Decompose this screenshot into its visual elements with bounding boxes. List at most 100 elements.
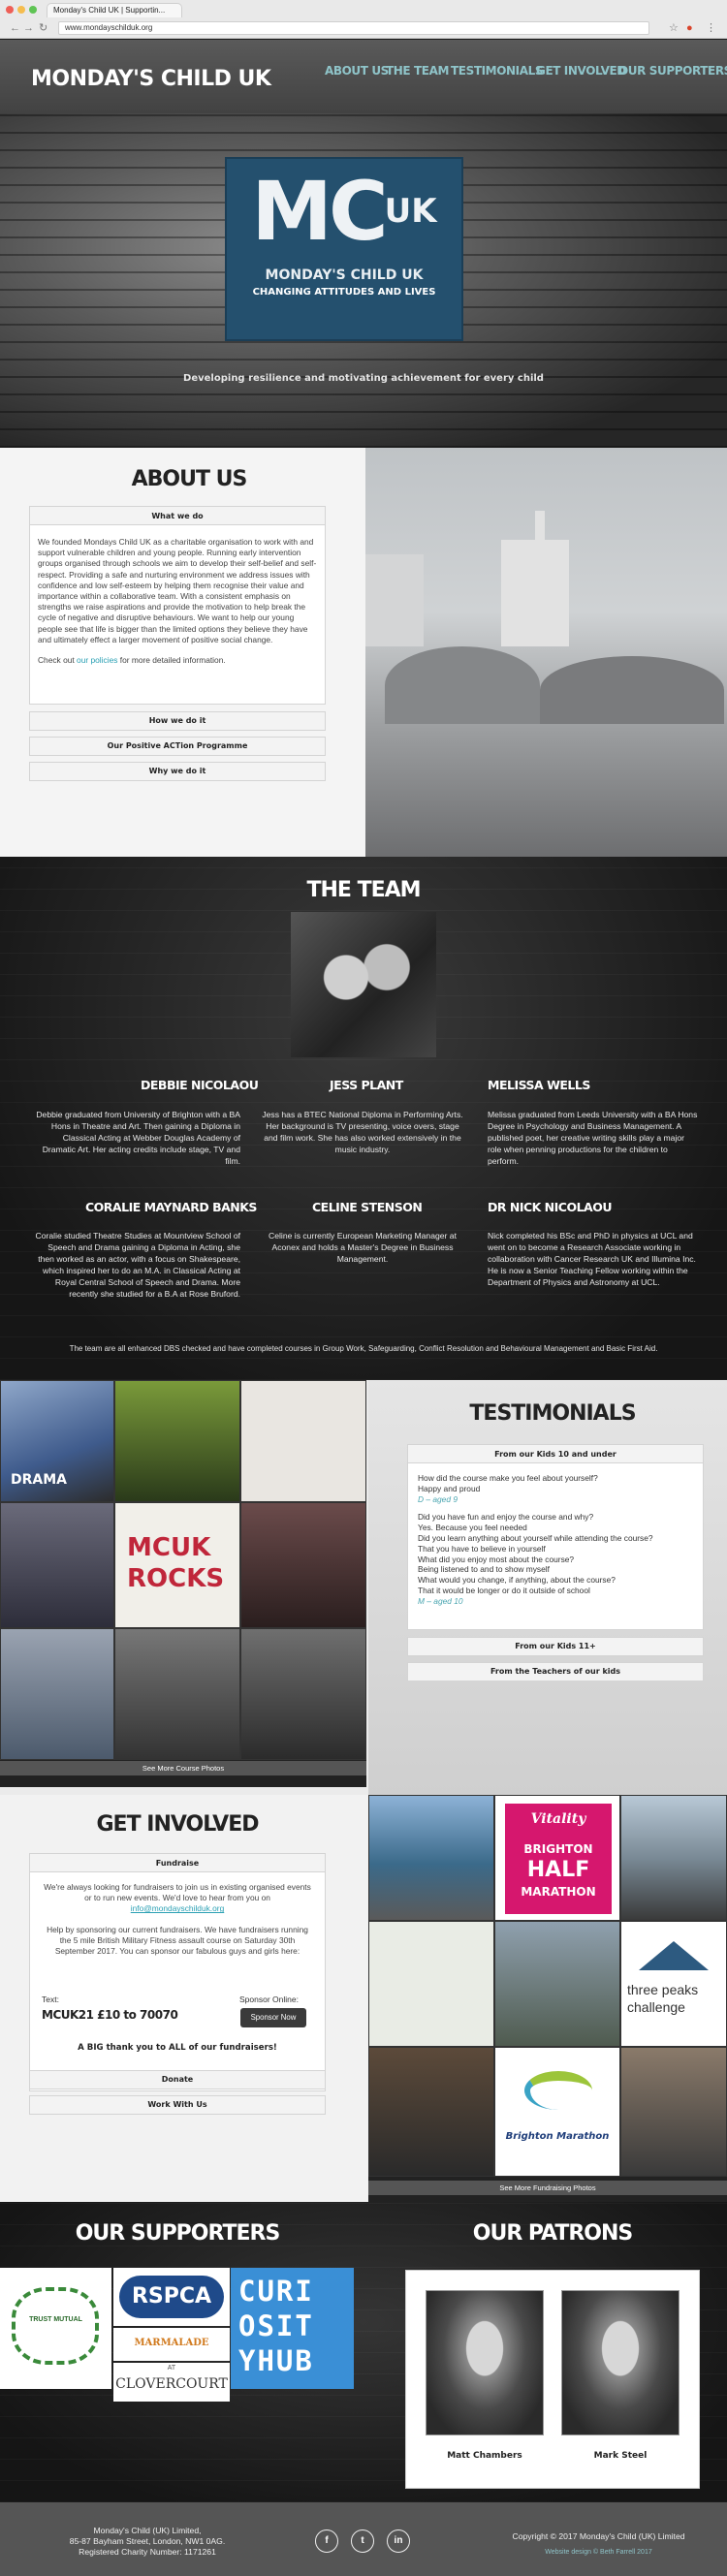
fundraising-photo[interactable] xyxy=(368,1795,494,1921)
member-name: CORALIE MAYNARD BANKS xyxy=(85,1200,257,1214)
fundraise-header[interactable]: Fundraise xyxy=(30,1854,325,1872)
team-section: THE TEAM DEBBIE NICOLAOU Debbie graduate… xyxy=(0,857,727,1380)
testimonial-question: Did you have fun and enjoy the course an… xyxy=(418,1512,594,1523)
text-label: Text: xyxy=(42,1995,59,2004)
member-name: CELINE STENSON xyxy=(312,1200,423,1214)
kids-11-toggle[interactable]: From our Kids 11+ xyxy=(407,1637,704,1656)
testimonial-question: What did you enjoy most about the course… xyxy=(418,1554,575,1564)
maximize-window-dot[interactable] xyxy=(29,6,37,14)
testimonial-text: How did the course make you feel about y… xyxy=(408,1463,703,1607)
footer-address: Monday's Child (UK) Limited, 85-87 Bayha… xyxy=(69,2526,226,2557)
facebook-icon[interactable]: f xyxy=(315,2529,338,2553)
browser-tab[interactable]: Monday's Child UK | Supportin... xyxy=(47,3,182,17)
policies-link[interactable]: our policies xyxy=(77,655,117,665)
nav-testimonials[interactable]: TESTIMONIALS xyxy=(451,64,544,78)
team-title: THE TEAM xyxy=(306,878,421,902)
nav-get-involved[interactable]: GET INVOLVED xyxy=(536,64,626,78)
member-bio: Melissa graduated from Leeds University … xyxy=(488,1110,698,1166)
fundraising-photo[interactable] xyxy=(620,1795,727,1921)
about-body: We founded Mondays Child UK as a charita… xyxy=(38,537,317,644)
supporter-logo-marmalade[interactable]: MARMALADE xyxy=(113,2328,230,2361)
supporter-logo[interactable]: TRUST MUTUAL xyxy=(0,2268,111,2389)
nav-about[interactable]: ABOUT US xyxy=(325,64,389,78)
why-we-do-it-toggle[interactable]: Why we do it xyxy=(29,762,326,781)
testimonial-question: How did the course make you feel about y… xyxy=(418,1473,598,1483)
fundraising-photo-grid: Vitality BRIGHTON HALF MARATHON three pe… xyxy=(368,1795,727,2202)
reload-icon[interactable]: ↻ xyxy=(39,21,47,35)
fundraising-photo[interactable]: Brighton Marathon xyxy=(494,2047,620,2177)
twitter-icon[interactable]: t xyxy=(351,2529,374,2553)
member-bio: Celine is currently European Marketing M… xyxy=(269,1231,457,1264)
team-note: The team are all enhanced DBS checked an… xyxy=(69,1344,658,1353)
extension-icon[interactable]: ● xyxy=(686,21,693,35)
course-photo[interactable] xyxy=(240,1502,366,1628)
what-we-do-header[interactable]: What we do xyxy=(30,507,325,525)
hero-banner: MCUK MONDAY'S CHILD UK CHANGING ATTITUDE… xyxy=(0,113,727,448)
building-shape xyxy=(365,554,424,646)
course-photo[interactable]: DRAMA xyxy=(0,1380,114,1502)
testimonial-gap xyxy=(418,1504,693,1512)
hero-logo: MCUK MONDAY'S CHILD UK CHANGING ATTITUDE… xyxy=(225,157,463,341)
work-with-us-toggle[interactable]: Work With Us xyxy=(29,2095,326,2115)
close-window-dot[interactable] xyxy=(6,6,14,14)
course-photo-grid: DRAMA MCUK ROCKS See More Course Photos xyxy=(0,1380,366,1787)
kids-10-panel: From our Kids 10 and under How did the c… xyxy=(407,1444,704,1630)
supporter-logo-curiosity-hub[interactable]: CURI OSIT YHUB xyxy=(231,2268,354,2389)
fundraising-photo[interactable] xyxy=(620,2047,727,2177)
hero-logo-letters: MCUK xyxy=(251,164,437,259)
fundraising-photo[interactable] xyxy=(494,1921,620,2047)
fundraise-intro: We're always looking for fundraisers to … xyxy=(44,1882,311,1903)
fundraising-photo[interactable]: three peaks challenge xyxy=(620,1921,727,2047)
text-code: MCUK21 £10 to 70070 xyxy=(42,2008,178,2022)
course-photo[interactable] xyxy=(0,1502,114,1628)
supporters-title: OUR SUPPORTERS xyxy=(75,2221,281,2246)
course-photo[interactable] xyxy=(114,1628,240,1760)
supporter-logo-clovercourt[interactable]: AT CLOVERCOURT xyxy=(113,2363,230,2402)
back-icon[interactable]: ← xyxy=(10,21,20,35)
address-bar[interactable]: www.mondayschilduk.org xyxy=(58,21,649,35)
ramp-shape xyxy=(385,646,540,724)
course-photo[interactable] xyxy=(240,1628,366,1760)
get-involved-section: GET INVOLVED Fundraise We're always look… xyxy=(0,1795,727,2202)
fundraising-photo[interactable]: Vitality BRIGHTON HALF MARATHON xyxy=(494,1795,620,1921)
member-name: DR NICK NICOLAOU xyxy=(488,1200,613,1214)
course-photo[interactable] xyxy=(0,1628,114,1760)
patron-name: Mark Steel xyxy=(593,2451,648,2461)
kids-10-header[interactable]: From our Kids 10 and under xyxy=(408,1445,703,1463)
ramp-shape xyxy=(540,656,724,724)
star-icon[interactable]: ☆ xyxy=(669,21,679,35)
linkedin-icon[interactable]: in xyxy=(387,2529,410,2553)
sponsor-now-button[interactable]: Sponsor Now xyxy=(240,2008,306,2027)
see-fundraising-photos-button[interactable]: See More Fundraising Photos xyxy=(368,2181,727,2195)
supporter-logo-rspca[interactable]: RSPCA xyxy=(113,2268,230,2326)
how-we-do-it-toggle[interactable]: How we do it xyxy=(29,711,326,731)
testimonials-section: TESTIMONIALS From our Kids 10 and under … xyxy=(0,1380,727,1795)
member-bio: Nick completed his BSc and PhD in physic… xyxy=(488,1231,696,1287)
team-photo xyxy=(291,912,436,1057)
fundraise-panel: Fundraise We're always looking for fundr… xyxy=(29,1853,326,2091)
policies-line: Check out our policies for more detailed… xyxy=(38,655,226,666)
member-bio: Debbie graduated from University of Brig… xyxy=(36,1110,240,1166)
nav-supporters[interactable]: OUR SUPPORTERS xyxy=(618,64,727,78)
course-photo[interactable]: MCUK ROCKS xyxy=(114,1502,240,1628)
see-course-photos-button[interactable]: See More Course Photos xyxy=(0,1761,366,1775)
course-photo[interactable] xyxy=(114,1380,240,1502)
testimonial-answer: Happy and proud xyxy=(418,1483,481,1493)
menu-icon[interactable]: ⋮ xyxy=(706,21,716,35)
member-name: JESS PLANT xyxy=(330,1078,403,1092)
donate-toggle[interactable]: Donate xyxy=(29,2070,326,2089)
fundraising-photo[interactable] xyxy=(368,2047,494,2177)
minimize-window-dot[interactable] xyxy=(17,6,25,14)
testimonial-author: M – aged 10 xyxy=(418,1595,463,1606)
get-involved-title: GET INVOLVED xyxy=(96,1812,260,1837)
email-link[interactable]: info@mondayschilduk.org xyxy=(42,1903,313,1914)
site-header: MONDAY'S CHILD UK ABOUT US THE TEAM TEST… xyxy=(0,40,727,113)
design-credit[interactable]: Website design © Beth Farrell 2017 xyxy=(490,2547,708,2558)
teachers-toggle[interactable]: From the Teachers of our kids xyxy=(407,1662,704,1681)
forward-icon[interactable]: → xyxy=(23,21,34,35)
nav-team[interactable]: THE TEAM xyxy=(386,64,449,78)
positive-action-toggle[interactable]: Our Positive ACTion Programme xyxy=(29,737,326,756)
site-logo[interactable]: MONDAY'S CHILD UK xyxy=(31,67,271,91)
fundraising-map[interactable] xyxy=(368,1921,494,2047)
course-photo[interactable] xyxy=(240,1380,366,1502)
